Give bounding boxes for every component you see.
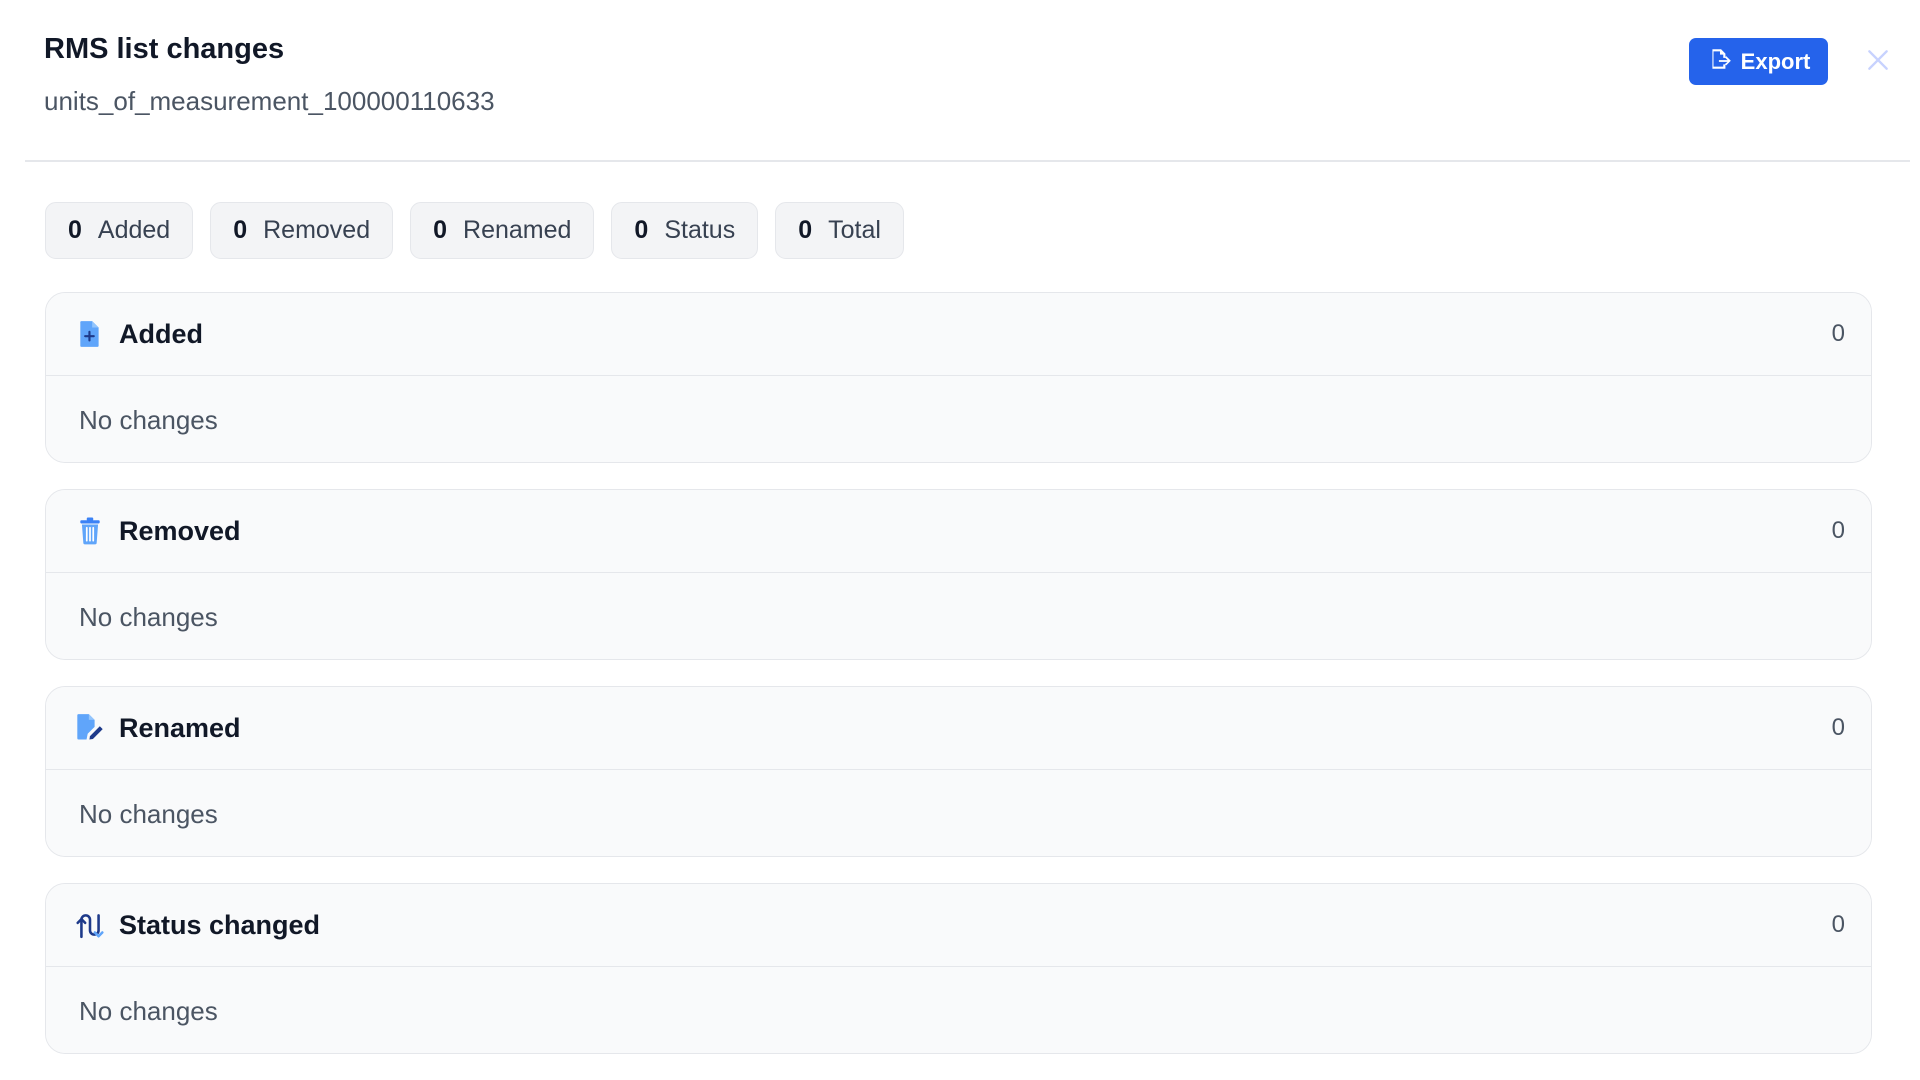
summary-pill-added: 0 Added — [45, 202, 194, 259]
summary-label: Added — [97, 216, 171, 244]
export-button-label: Export — [1740, 48, 1811, 74]
summary-label: Total — [828, 216, 881, 244]
section-renamed: Renamed 0 No changes — [45, 686, 1872, 857]
section-empty-text: No changes — [46, 376, 1871, 462]
summary-label: Renamed — [463, 216, 572, 244]
summary-count: 0 — [433, 216, 448, 244]
summary-pill-removed: 0 Removed — [210, 202, 394, 259]
trash-icon — [74, 515, 106, 547]
summary-pill-total: 0 Total — [775, 202, 904, 259]
section-header[interactable]: Status changed 0 — [46, 884, 1871, 967]
header-divider — [25, 160, 1910, 162]
file-edit-icon — [74, 712, 106, 744]
section-count: 0 — [1831, 911, 1845, 938]
summary-count: 0 — [68, 216, 82, 244]
file-export-icon — [1707, 46, 1733, 78]
close-button[interactable] — [1862, 45, 1894, 77]
section-count: 0 — [1831, 517, 1845, 544]
section-empty-text: No changes — [46, 967, 1871, 1053]
dialog-subtitle: units_of_measurement_100000110633 — [44, 86, 495, 116]
dialog-header: RMS list changes units_of_measurement_10… — [0, 0, 1920, 162]
summary-label: Status — [664, 216, 736, 244]
section-title: Renamed — [119, 712, 241, 743]
export-button[interactable]: Export — [1689, 38, 1828, 85]
section-empty-text: No changes — [46, 770, 1871, 856]
section-header[interactable]: Added 0 — [46, 293, 1871, 376]
section-count: 0 — [1831, 714, 1845, 741]
summary-pill-status: 0 Status — [611, 202, 759, 259]
file-plus-icon — [74, 318, 106, 350]
status-arrows-icon — [74, 909, 106, 941]
summary-count: 0 — [233, 216, 248, 244]
dialog-title: RMS list changes — [44, 33, 285, 65]
section-removed: Removed 0 No changes — [45, 489, 1872, 660]
rms-list-changes-dialog: RMS list changes units_of_measurement_10… — [0, 0, 1920, 1080]
summary-pills: 0 Added 0 Removed 0 Renamed 0 Status 0 T… — [45, 202, 904, 259]
section-title: Removed — [119, 515, 241, 546]
section-header[interactable]: Removed 0 — [46, 490, 1871, 573]
section-empty-text: No changes — [46, 573, 1871, 659]
section-added: Added 0 No changes — [45, 292, 1872, 463]
section-header[interactable]: Renamed 0 — [46, 687, 1871, 770]
section-count: 0 — [1831, 320, 1845, 347]
summary-label: Removed — [263, 216, 371, 244]
summary-count: 0 — [634, 216, 649, 244]
summary-count: 0 — [798, 216, 813, 244]
close-icon — [1865, 47, 1891, 76]
section-title: Status changed — [119, 909, 321, 940]
section-status-changed: Status changed 0 No changes — [45, 883, 1872, 1054]
summary-pill-renamed: 0 Renamed — [410, 202, 595, 259]
section-title: Added — [119, 318, 203, 349]
